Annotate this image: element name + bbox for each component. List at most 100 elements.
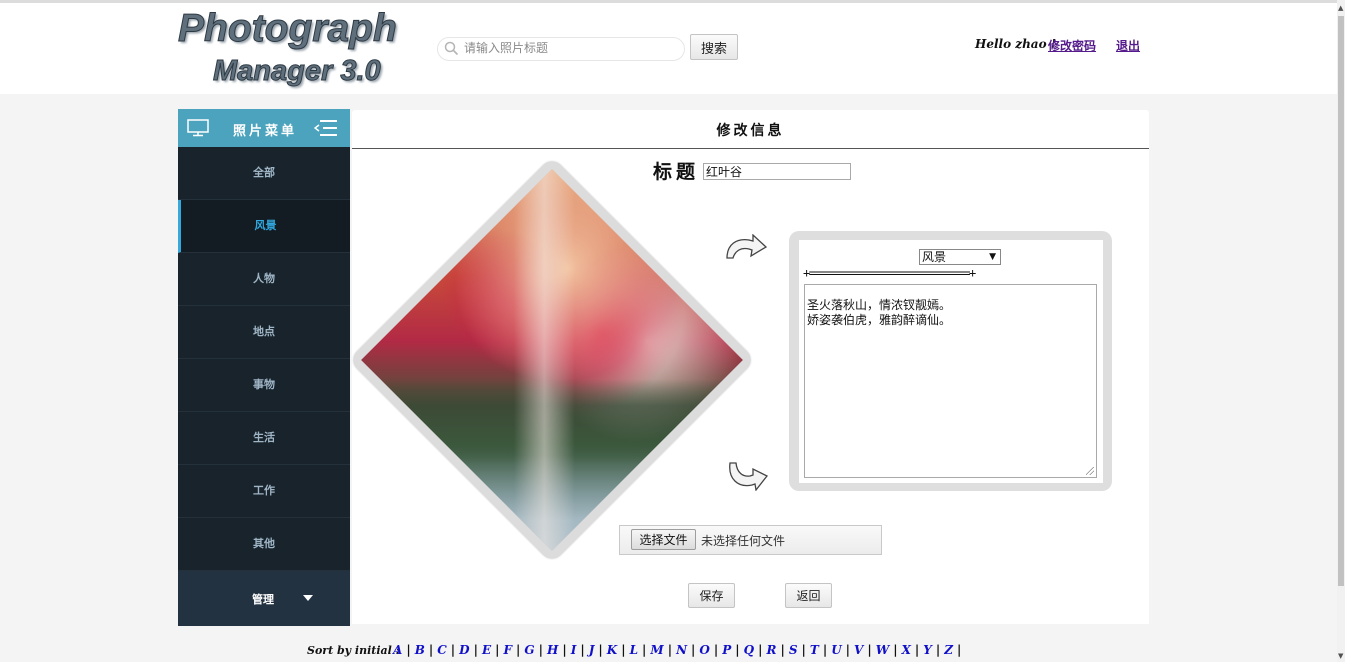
menu-collapse-icon[interactable] [314, 119, 338, 137]
sort-label: Sort by initial : [307, 644, 400, 657]
monitor-icon [187, 119, 209, 137]
file-upload: 选择文件 未选择任何文件 [619, 525, 882, 555]
page-scrollbar[interactable]: ▲ ▼ [1337, 0, 1345, 662]
sidebar-item-all[interactable]: 全部 [178, 147, 350, 200]
resize-grip-icon[interactable] [1086, 467, 1094, 475]
rotate-counterclockwise-icon[interactable] [726, 461, 770, 491]
letter-separator: | [822, 643, 828, 657]
letter-separator: | [621, 643, 626, 657]
letter-link-j[interactable]: J [589, 643, 595, 657]
letter-link-v[interactable]: V [854, 643, 863, 657]
scroll-up-arrow-icon[interactable]: ▲ [1338, 4, 1343, 12]
divider-text: +============================+ [803, 266, 976, 280]
letter-link-w[interactable]: W [876, 643, 889, 657]
category-value: 风景 [922, 250, 947, 264]
letter-link-n[interactable]: N [676, 643, 687, 657]
letter-link-u[interactable]: U [831, 643, 841, 657]
letter-separator: | [642, 643, 647, 657]
letter-link-z[interactable]: Z [944, 643, 953, 657]
letter-separator: | [562, 643, 567, 657]
sidebar-item-other[interactable]: 其他 [178, 518, 350, 571]
sidebar-item-people[interactable]: 人物 [178, 253, 350, 306]
search-input[interactable] [464, 39, 674, 57]
user-greeting: Hello zhao ! [975, 37, 1057, 51]
letter-link-l[interactable]: L [630, 643, 638, 657]
letter-link-b[interactable]: B [415, 643, 425, 657]
sidebar-title: 照片菜单 [233, 124, 298, 139]
sidebar-manage[interactable]: 管理 [178, 571, 350, 626]
letter-separator: | [845, 643, 851, 657]
scroll-down-arrow-icon[interactable]: ▼ [1338, 652, 1343, 660]
letter-separator: | [957, 643, 962, 657]
letter-link-f[interactable]: F [503, 643, 512, 657]
letter-link-e[interactable]: E [482, 643, 491, 657]
letter-separator: | [598, 643, 603, 657]
back-button[interactable]: 返回 [785, 583, 832, 608]
letter-link-i[interactable]: I [571, 643, 577, 657]
letter-link-d[interactable]: D [459, 643, 469, 657]
description-panel: 风景 ▼ +============================+ 圣火落秋… [799, 240, 1103, 483]
letter-separator: | [914, 643, 920, 657]
category-select[interactable]: 风景 ▼ [919, 249, 1001, 265]
rotate-clockwise-icon[interactable] [723, 234, 769, 262]
initial-letter-nav: A | B | C | D | E | F | G | H | I | J | K | L | M | N | O | P | Q | R | S | T |… [393, 643, 965, 657]
letter-separator: | [801, 643, 806, 657]
sidebar: 照片菜单 全部 风景 人物 地点 事物 生活 工作 其他 管理 [178, 109, 350, 626]
letter-link-s[interactable]: S [789, 643, 798, 657]
letter-separator: | [516, 643, 521, 657]
letter-separator: | [406, 643, 411, 657]
letter-separator: | [428, 643, 434, 657]
change-password-link[interactable]: 修改密码 [1048, 37, 1096, 54]
letter-separator: | [538, 643, 543, 657]
search-box[interactable] [437, 37, 685, 61]
sidebar-item-things[interactable]: 事物 [178, 359, 350, 412]
letter-separator: | [758, 643, 763, 657]
letter-separator: | [893, 643, 898, 657]
letter-link-m[interactable]: M [650, 643, 663, 657]
sidebar-item-work[interactable]: 工作 [178, 465, 350, 518]
letter-link-t[interactable]: T [810, 643, 819, 657]
letter-link-o[interactable]: O [699, 643, 709, 657]
letter-link-k[interactable]: K [607, 643, 617, 657]
letter-separator: | [450, 643, 456, 657]
letter-link-r[interactable]: R [766, 643, 776, 657]
scroll-thumb[interactable] [1338, 16, 1344, 586]
sidebar-item-places[interactable]: 地点 [178, 306, 350, 359]
choose-file-button[interactable]: 选择文件 [631, 529, 696, 550]
logo-line1: Photograph [178, 7, 398, 51]
letter-separator: | [713, 643, 719, 657]
page-title: 修改信息 [716, 123, 785, 139]
letter-separator: | [580, 643, 585, 657]
title-label: 标题 [653, 161, 700, 183]
letter-link-q[interactable]: Q [744, 643, 754, 657]
letter-link-h[interactable]: H [547, 643, 558, 657]
letter-link-y[interactable]: Y [923, 643, 932, 657]
header: Photograph Manager 3.0 搜索 Hello zhao ! 修… [0, 3, 1337, 94]
search-button[interactable]: 搜索 [690, 34, 738, 60]
letter-link-c[interactable]: C [437, 643, 447, 657]
sidebar-item-scenery[interactable]: 风景 [178, 200, 350, 253]
letter-separator: | [735, 643, 740, 657]
letter-separator: | [495, 643, 500, 657]
footer: Sort by initial : A | B | C | D | E | F | G | H | I | J | K |… [0, 641, 1337, 662]
description-textarea[interactable]: 圣火落秋山，情浓钗靓嫣。 娇姿袭伯虎，雅韵醉谪仙。 [804, 284, 1097, 478]
caret-down-icon [303, 595, 313, 601]
letter-separator: | [473, 643, 478, 657]
logo-line2: Manager 3.0 [213, 55, 382, 88]
logout-link[interactable]: 退出 [1116, 37, 1140, 54]
letter-separator: | [780, 643, 785, 657]
file-status: 未选择任何文件 [701, 534, 786, 548]
letter-link-a[interactable]: A [393, 643, 402, 657]
description-frame: 风景 ▼ +============================+ 圣火落秋… [789, 231, 1112, 491]
letter-link-p[interactable]: P [722, 643, 731, 657]
search-icon [444, 41, 459, 56]
sidebar-item-life[interactable]: 生活 [178, 412, 350, 465]
letter-separator: | [867, 643, 872, 657]
save-button[interactable]: 保存 [688, 583, 735, 608]
sidebar-header: 照片菜单 [178, 109, 350, 147]
letter-link-x[interactable]: X [902, 643, 911, 657]
title-input[interactable] [703, 163, 851, 180]
letter-separator: | [935, 643, 941, 657]
letter-separator: | [667, 643, 673, 657]
letter-link-g[interactable]: G [524, 643, 534, 657]
